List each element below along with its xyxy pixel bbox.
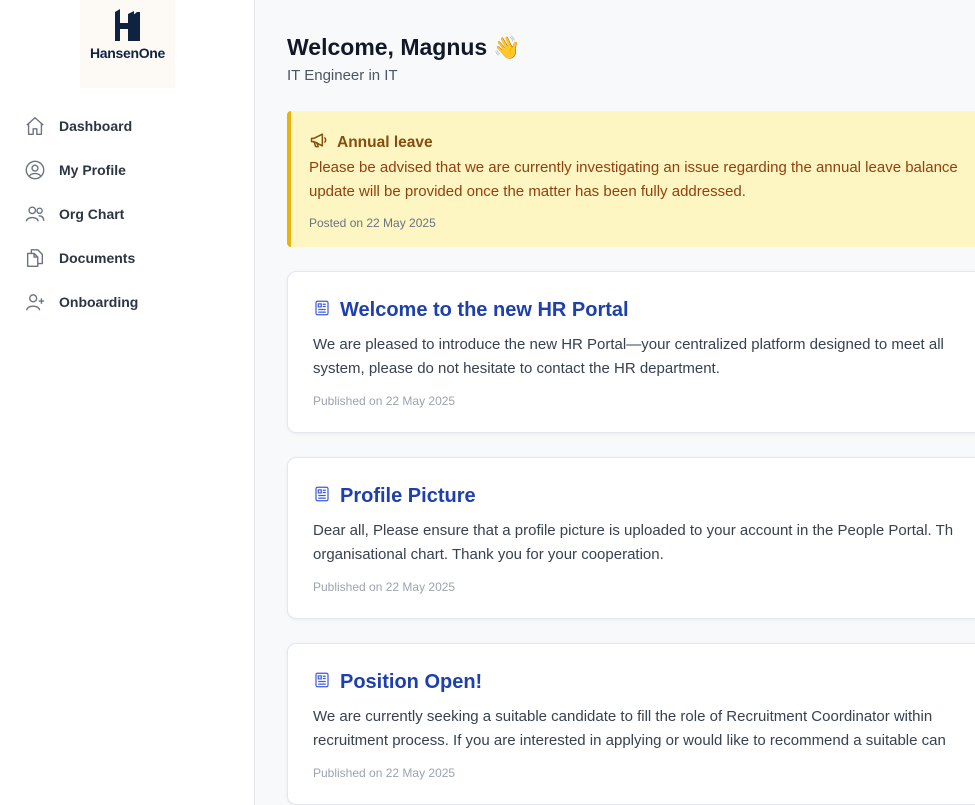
card-header: Profile Picture [313, 485, 476, 508]
sidebar-item-onboarding[interactable]: Onboarding [0, 280, 255, 324]
card-title[interactable]: Welcome to the new HR Portal [340, 299, 629, 322]
sidebar: HansenOne Dashboard My Profile Org Chart… [0, 0, 255, 805]
card-body-line: organisational chart. Thank you for your… [313, 546, 664, 563]
alert-title: Annual leave [337, 133, 433, 151]
alert-body: Please be advised that we are currently … [309, 156, 975, 204]
sidebar-item-org-chart[interactable]: Org Chart [0, 192, 255, 236]
card-header: Position Open! [313, 671, 482, 694]
wave-emoji: 👋 [493, 35, 521, 60]
users-icon [24, 203, 46, 225]
card-body: We are currently seeking a suitable cand… [313, 705, 975, 753]
card-title[interactable]: Position Open! [340, 671, 482, 694]
card-date: Published on 22 May 2025 [313, 394, 456, 408]
card-body: We are pleased to introduce the new HR P… [313, 333, 975, 381]
card-date: Published on 22 May 2025 [313, 766, 456, 780]
news-card[interactable]: Position Open! We are currently seeking … [287, 643, 975, 805]
card-header: Welcome to the new HR Portal [313, 299, 629, 322]
sidebar-item-label: Dashboard [59, 118, 133, 134]
sidebar-item-label: Onboarding [59, 294, 139, 310]
home-icon [24, 115, 46, 137]
card-body-line: recruitment process. If you are interest… [313, 732, 946, 749]
card-body-line: We are pleased to introduce the new HR P… [313, 336, 944, 353]
sidebar-item-dashboard[interactable]: Dashboard [0, 104, 255, 148]
sidebar-item-my-profile[interactable]: My Profile [0, 148, 255, 192]
logo-text: HansenOne [89, 45, 166, 61]
sidebar-item-label: My Profile [59, 162, 126, 178]
newspaper-icon [313, 299, 331, 322]
sidebar-item-documents[interactable]: Documents [0, 236, 255, 280]
user-circle-icon [24, 159, 46, 181]
documents-icon [24, 247, 46, 269]
megaphone-icon [309, 130, 329, 155]
alert-body-line: Please be advised that we are currently … [309, 159, 958, 176]
welcome-text: Welcome, Magnus [287, 34, 488, 60]
announcement-alert: Annual leave Please be advised that we a… [287, 111, 975, 247]
sidebar-nav: Dashboard My Profile Org Chart Documents… [0, 104, 255, 324]
card-title[interactable]: Profile Picture [340, 485, 476, 508]
card-body-line: Dear all, Please ensure that a profile p… [313, 522, 954, 539]
alert-body-line: update will be provided once the matter … [309, 183, 746, 200]
news-card[interactable]: Welcome to the new HR Portal We are plea… [287, 271, 975, 433]
card-body-line: system, please do not hesitate to contac… [313, 360, 720, 377]
card-body-line: We are currently seeking a suitable cand… [313, 708, 933, 725]
card-date: Published on 22 May 2025 [313, 580, 456, 594]
logo-mark-icon [114, 9, 140, 41]
newspaper-icon [313, 671, 331, 694]
news-card[interactable]: Profile Picture Dear all, Please ensure … [287, 457, 975, 619]
sidebar-item-label: Documents [59, 250, 136, 266]
card-body: Dear all, Please ensure that a profile p… [313, 519, 975, 567]
alert-date: Posted on 22 May 2025 [309, 216, 436, 230]
page-title: Welcome, Magnus 👋 [287, 34, 521, 61]
company-logo[interactable]: HansenOne [80, 0, 175, 88]
main-content: Welcome, Magnus 👋 IT Engineer in IT Annua… [255, 0, 975, 805]
sidebar-item-label: Org Chart [59, 206, 125, 222]
page-subtitle: IT Engineer in IT [287, 67, 398, 84]
newspaper-icon [313, 485, 331, 508]
alert-header: Annual leave [309, 130, 433, 155]
user-plus-icon [24, 291, 46, 313]
